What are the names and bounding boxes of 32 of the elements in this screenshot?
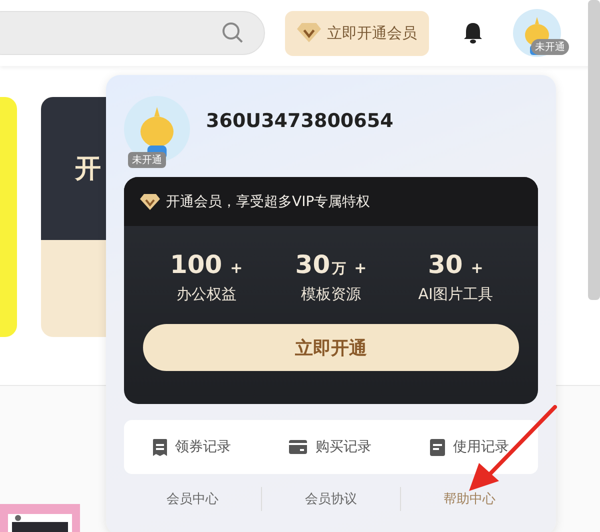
- promo-title: 开: [75, 153, 101, 186]
- stat-value: 30: [428, 250, 463, 279]
- stat-label: 办公权益: [176, 285, 236, 304]
- search-field[interactable]: [0, 11, 265, 55]
- vip-button[interactable]: 立即开通会员: [285, 10, 429, 56]
- stat-unit: 万: [332, 260, 346, 278]
- stat-label: 模板资源: [300, 285, 361, 304]
- stat-value: 30: [295, 250, 330, 279]
- scrollbar[interactable]: [588, 0, 600, 300]
- diamond-icon: [297, 23, 321, 43]
- footer-link[interactable]: 帮助中心: [400, 489, 538, 509]
- record-link[interactable]: 购买记录: [283, 437, 378, 457]
- activate-button[interactable]: 立即开通: [143, 324, 519, 371]
- footer-link[interactable]: 会员协议: [262, 489, 400, 509]
- stat-suffix: +: [470, 259, 484, 277]
- record-link[interactable]: 使用记录: [424, 437, 515, 457]
- username: 360U3473800654: [206, 110, 394, 132]
- stat-suffix: +: [354, 259, 367, 277]
- card-icon: [289, 440, 308, 454]
- receipt-icon: [153, 438, 168, 456]
- footer-link[interactable]: 会员中心: [124, 489, 262, 509]
- status-badge: 未开通: [531, 39, 569, 55]
- stat-label: AI图片工具: [418, 285, 493, 304]
- stat-value: 100: [170, 250, 222, 279]
- vip-tagline: 开通会员，享受超多VIP专属特权: [166, 192, 370, 210]
- stat-suffix: +: [230, 259, 243, 277]
- search-icon: [222, 22, 244, 44]
- record-link[interactable]: 领券记录: [147, 437, 238, 457]
- diamond-icon: [140, 194, 160, 210]
- document-icon: [430, 438, 445, 456]
- status-badge: 未开通: [128, 152, 166, 168]
- bell-icon[interactable]: [463, 22, 483, 44]
